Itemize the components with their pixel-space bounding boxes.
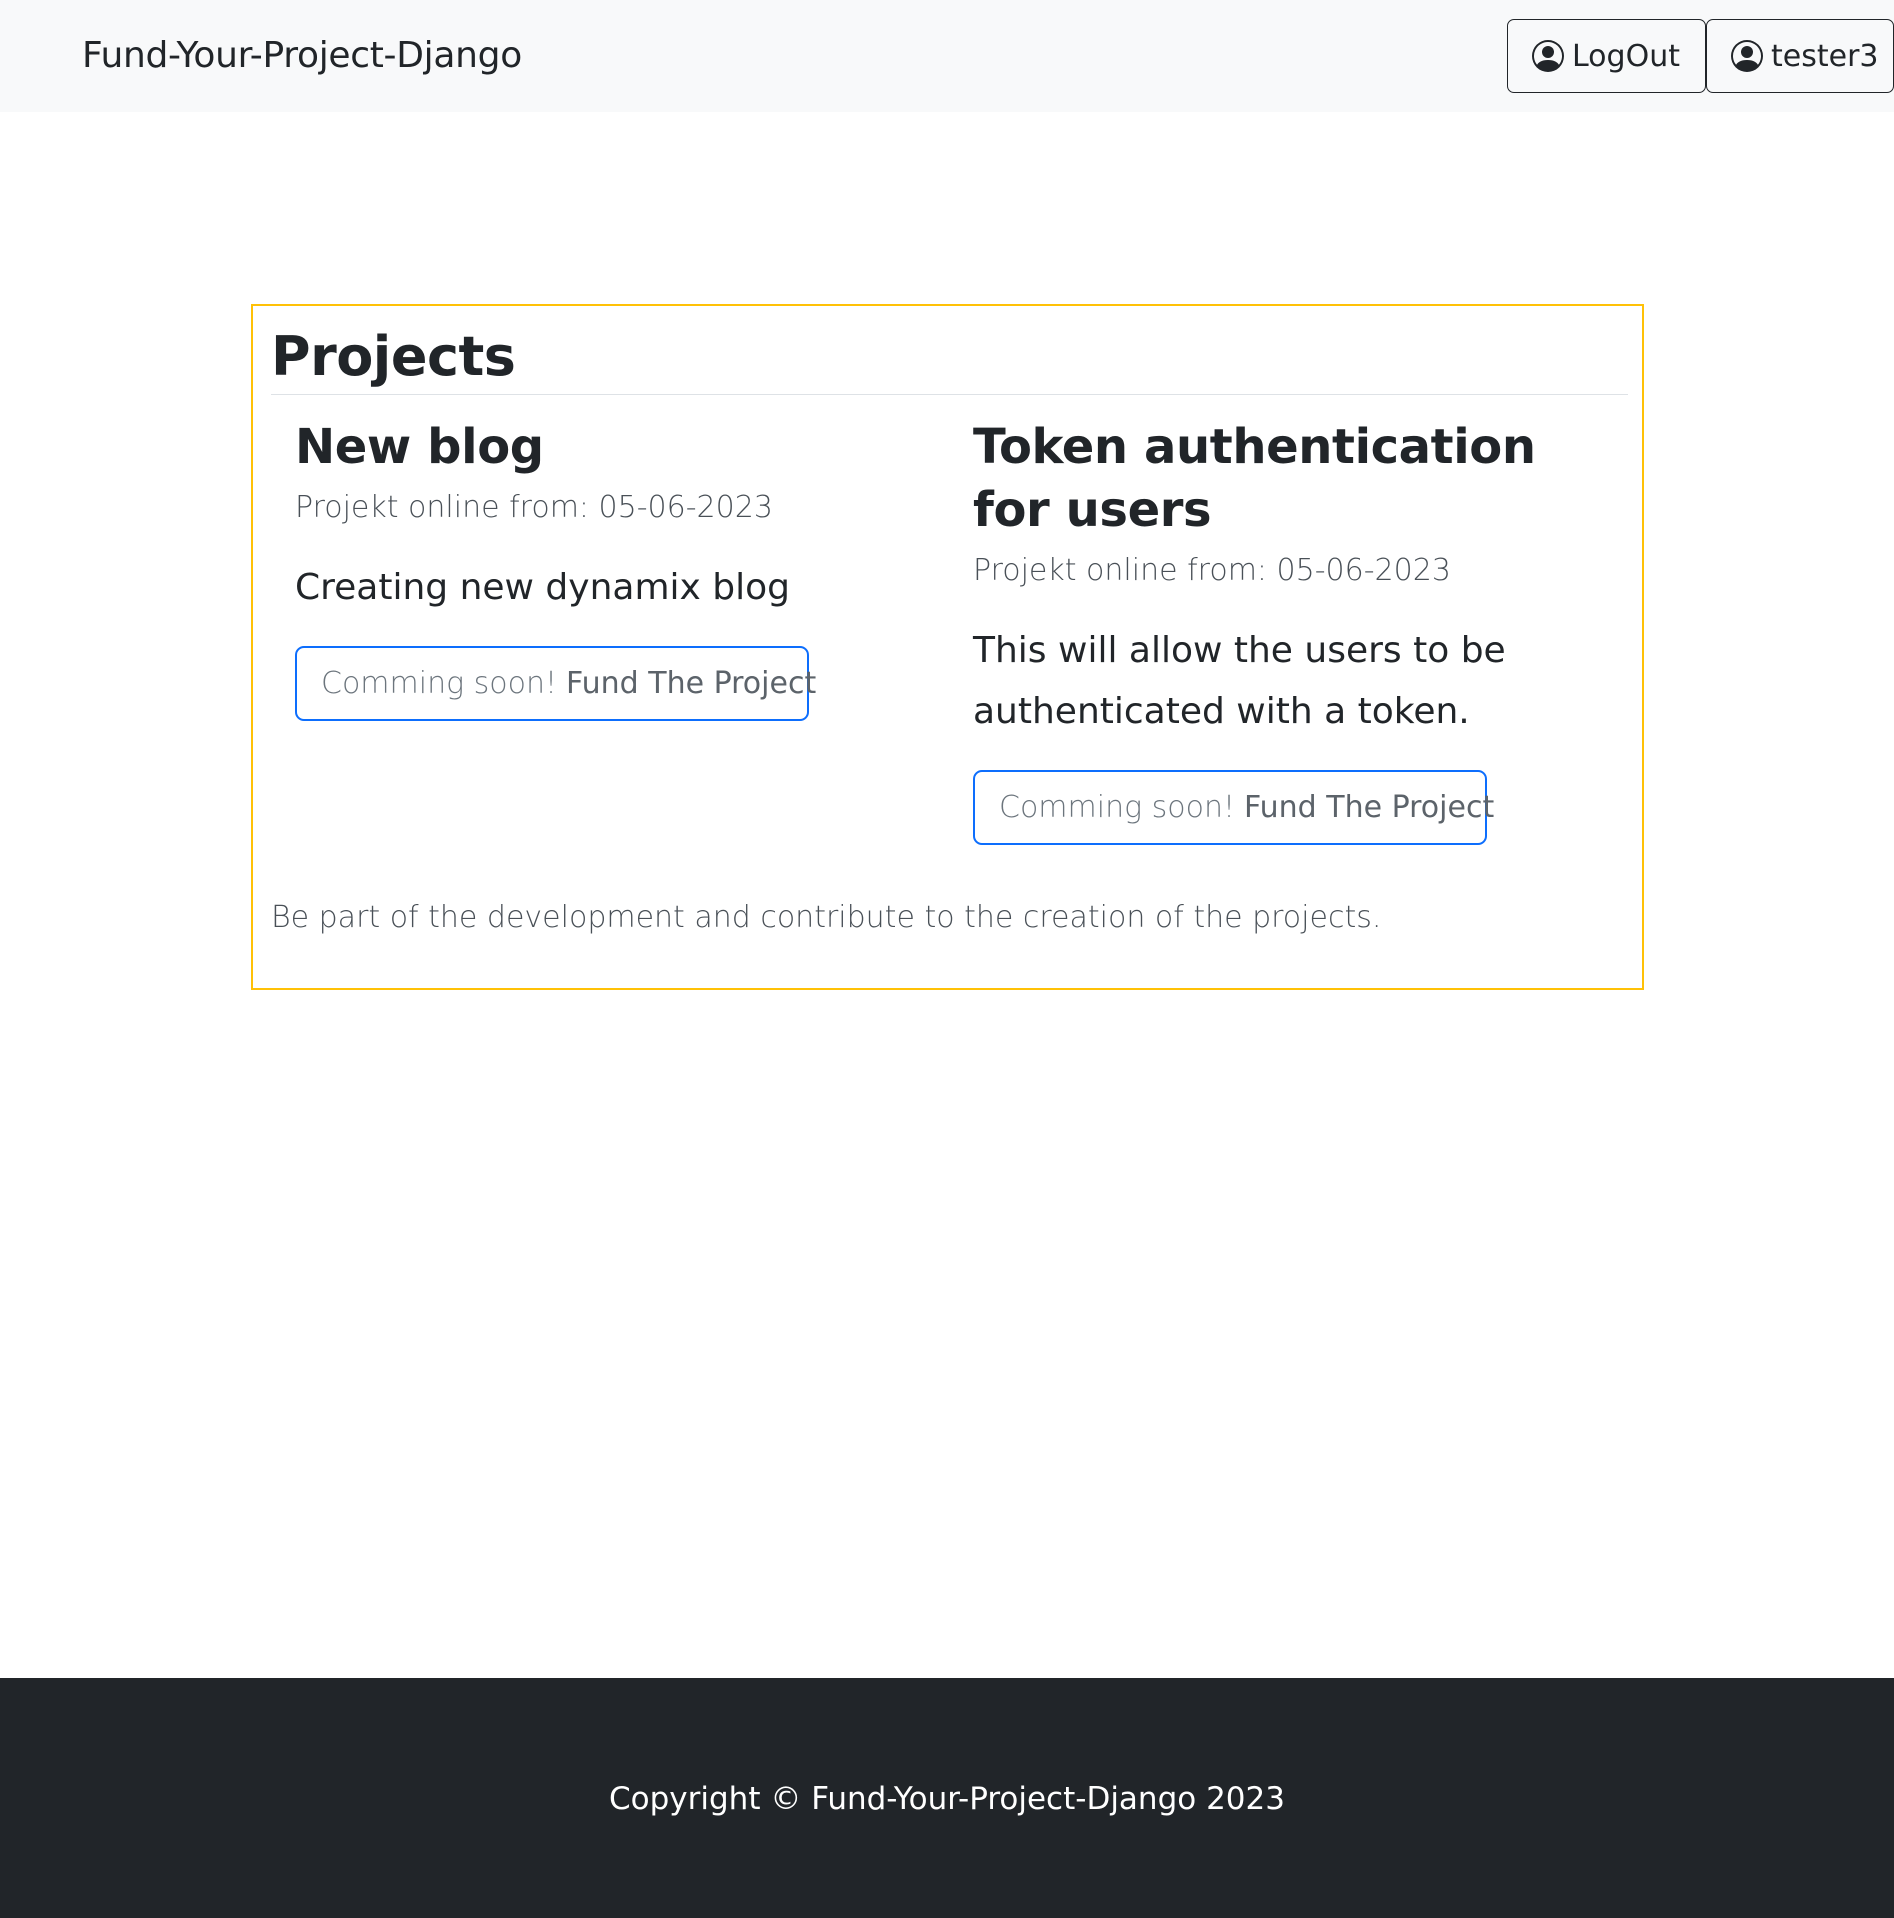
fund-project-button[interactable]: Comming soon! Fund The Project [973, 770, 1494, 845]
person-circle-icon [1532, 40, 1564, 72]
fund-label: Fund The Project [566, 666, 817, 701]
logout-label: LogOut [1572, 38, 1680, 74]
project-title: Token authentication for users [973, 419, 1536, 538]
coming-soon-label: Comming soon! [321, 666, 558, 701]
projects-card: Projects New blog Projekt online from: 0… [251, 304, 1644, 990]
navbar: Fund-Your-Project-Django LogOut tester3 [0, 0, 1894, 112]
person-circle-icon [1731, 40, 1763, 72]
coming-soon-label: Comming soon! [999, 790, 1236, 825]
projects-heading: Projects [271, 325, 516, 388]
copyright-text: Copyright © Fund-Your-Project-Django 202… [609, 1781, 1285, 1817]
logout-button[interactable]: LogOut [1507, 19, 1706, 93]
fund-label: Fund The Project [1244, 790, 1495, 825]
heading-divider [271, 394, 1628, 395]
project-title: New blog [295, 419, 544, 475]
project-online-date: Projekt online from: 05-06-2023 [295, 490, 773, 525]
brand-link[interactable]: Fund-Your-Project-Django [82, 32, 522, 80]
project-card: New blog Projekt online from: 05-06-2023… [295, 416, 925, 721]
project-description: Creating new dynamix blog [295, 567, 791, 608]
username-label: tester3 [1771, 38, 1879, 74]
projects-footer-text: Be part of the development and contribut… [271, 900, 1382, 935]
fund-project-button[interactable]: Comming soon! Fund The Project [295, 646, 816, 721]
project-online-date: Projekt online from: 05-06-2023 [973, 553, 1451, 588]
site-footer: Copyright © Fund-Your-Project-Django 202… [0, 1678, 1894, 1918]
project-card: Token authentication for users Projekt o… [973, 416, 1603, 845]
user-profile-button[interactable]: tester3 [1706, 19, 1894, 93]
project-description: This will allow the users to be authenti… [973, 630, 1506, 732]
